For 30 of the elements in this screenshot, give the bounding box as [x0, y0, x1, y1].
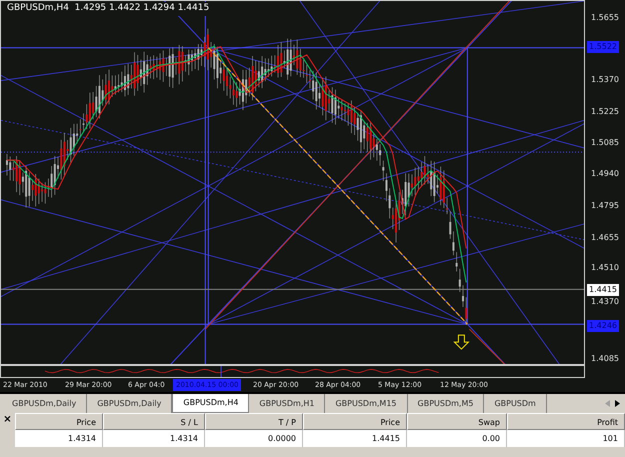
price-label: 1.5085 [591, 138, 619, 148]
chart-tab[interactable]: GBPUSDm,H4 [172, 394, 250, 413]
price-marker: 1.4415 [587, 284, 619, 296]
price-marker: 1.5522 [587, 41, 619, 53]
column-header[interactable]: Swap [407, 413, 507, 430]
column-header[interactable]: Price [303, 413, 407, 430]
close-button[interactable]: × [0, 413, 15, 427]
price-label: 1.4510 [591, 263, 619, 273]
column-header[interactable]: T / P [205, 413, 303, 430]
price-marker: 1.4246 [587, 320, 619, 332]
price-label: 1.4370 [591, 297, 619, 307]
scroll-right-icon[interactable] [615, 400, 620, 407]
table-cell: 0.00 [407, 430, 507, 447]
price-label: 1.4940 [591, 169, 619, 179]
column-header[interactable]: Profit [507, 413, 625, 430]
table-cell: 1.4314 [15, 430, 103, 447]
price-label: 1.5655 [591, 13, 619, 23]
column-header[interactable]: S / L [103, 413, 205, 430]
price-label: 1.5370 [591, 75, 619, 85]
table-cell: 1.4415 [303, 430, 407, 447]
table-cell: 0.0000 [205, 430, 303, 447]
price-label: 1.4795 [591, 201, 619, 211]
price-label: 1.4655 [591, 233, 619, 243]
down-arrow-icon [453, 334, 470, 350]
price-label: 1.5225 [591, 107, 619, 117]
price-label: 1.4085 [591, 354, 619, 364]
table-cell: 101 [507, 430, 625, 447]
chart-header: GBPUSDm,H4 1.4295 1.4422 1.4294 1.4415 [5, 2, 212, 16]
column-header[interactable]: Price [15, 413, 103, 430]
table-cell: 1.4314 [103, 430, 205, 447]
